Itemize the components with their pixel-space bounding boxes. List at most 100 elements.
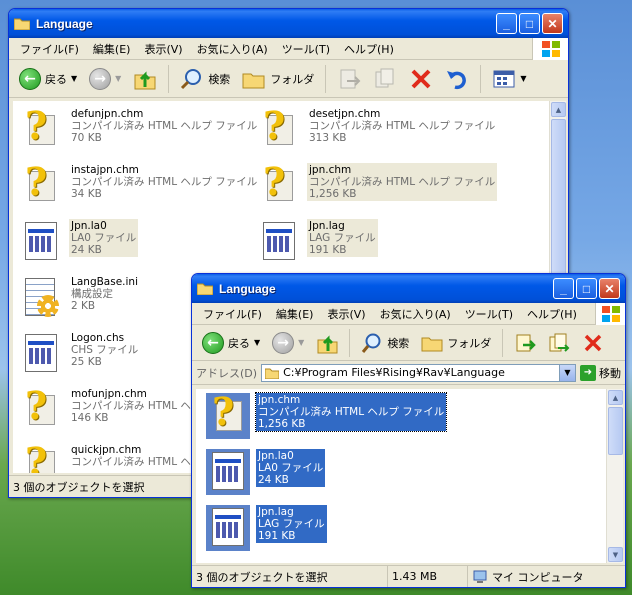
copy-to-button[interactable] [369, 65, 401, 93]
chevron-down-icon[interactable]: ▼ [71, 74, 77, 83]
file-item[interactable]: LangBase.ini 構成設定 2 KB [19, 275, 140, 321]
windows-logo-icon [595, 303, 625, 325]
status-location: マイ コンピュータ [468, 566, 625, 587]
scroll-up-button[interactable]: ▲ [608, 390, 623, 405]
up-folder-button[interactable] [129, 65, 161, 93]
minimize-button[interactable]: _ [553, 278, 574, 299]
menu-file[interactable]: ファイル(F) [196, 306, 269, 322]
scroll-down-button[interactable]: ▼ [608, 547, 623, 562]
toolbar-separator [480, 64, 482, 93]
scroll-thumb[interactable] [551, 119, 566, 279]
undo-button[interactable] [441, 65, 473, 93]
forward-button[interactable]: → ▼ [85, 66, 125, 92]
file-item[interactable]: ? jpn.chm コンパイル済み HTML ヘルプ ファイル 1,256 KB [257, 159, 498, 209]
back-titlebar[interactable]: Language _ □ ✕ [9, 9, 568, 38]
address-dropdown-button[interactable]: ▼ [559, 364, 575, 381]
file-item[interactable]: Jpn.la0 LA0 ファイル 24 KB [19, 219, 139, 265]
file-size: 191 KB [309, 244, 347, 256]
menu-view[interactable]: 表示(V) [320, 306, 372, 322]
status-size: 1.43 MB [388, 566, 468, 587]
copy-to-icon [375, 68, 394, 87]
back-label: 戻る [228, 336, 250, 350]
file-size: 191 KB [258, 530, 296, 542]
toolbar-separator [325, 64, 327, 93]
address-input[interactable]: C:¥Program Files¥Rising¥Rav¥Language ▼ [261, 363, 576, 382]
copy-to-icon [549, 333, 570, 352]
file-item[interactable]: Logon.chs CHS ファイル 25 KB [19, 331, 140, 377]
menu-favorites[interactable]: お気に入り(A) [190, 41, 275, 57]
forward-button[interactable]: → ▼ [268, 330, 308, 356]
front-titlebar[interactable]: Language _ □ ✕ [192, 274, 625, 303]
chevron-down-icon[interactable]: ▼ [115, 74, 121, 83]
move-to-button[interactable] [333, 65, 365, 93]
maximize-button[interactable]: □ [519, 13, 540, 34]
search-label: 検索 [387, 336, 410, 350]
file-item[interactable]: ? jpn.chm コンパイル済み HTML ヘルプ ファイル 1,256 KB [206, 389, 448, 439]
my-computer-icon [473, 570, 487, 583]
menu-favorites[interactable]: お気に入り(A) [373, 306, 458, 322]
forward-arrow-icon: → [89, 67, 112, 90]
file-item[interactable]: Jpn.la0 LA0 ファイル 24 KB [206, 449, 326, 495]
search-button[interactable]: 検索 [357, 330, 413, 356]
back-button[interactable]: ← 戻る ▼ [15, 66, 81, 92]
file-item[interactable]: Jpn.lag LAG ファイル 191 KB [206, 505, 327, 551]
file-name: LangBase.ini [71, 276, 138, 288]
delete-button[interactable] [405, 65, 437, 93]
generic-file-icon [19, 331, 63, 377]
views-button[interactable]: ▼ [488, 66, 530, 92]
folders-button[interactable]: フォルダ [238, 66, 318, 92]
menu-edit[interactable]: 編集(E) [269, 306, 321, 322]
folders-button[interactable]: フォルダ [417, 331, 495, 355]
file-item[interactable]: ? instajpn.chm コンパイル済み HTML ヘルプ ファイル 34 KB [19, 159, 259, 209]
chevron-down-icon[interactable]: ▼ [254, 338, 260, 347]
chevron-down-icon[interactable]: ▼ [520, 74, 526, 83]
copy-to-button[interactable] [544, 330, 574, 356]
chevron-down-icon[interactable]: ▼ [298, 338, 304, 347]
folder-icon [13, 17, 31, 31]
menu-tools[interactable]: ツール(T) [275, 41, 337, 57]
back-button[interactable]: ← 戻る ▼ [198, 330, 264, 356]
file-size: 25 KB [71, 356, 102, 368]
delete-button[interactable] [578, 330, 608, 356]
go-button[interactable]: ➜ 移動 [580, 364, 621, 381]
search-button[interactable]: 検索 [176, 65, 234, 93]
menu-tools[interactable]: ツール(T) [458, 306, 520, 322]
file-name: instajpn.chm [71, 164, 139, 176]
file-type: LAG ファイル [258, 518, 325, 530]
vertical-scrollbar[interactable]: ▲ ▼ [606, 389, 623, 563]
file-item[interactable]: ? desetjpn.chm コンパイル済み HTML ヘルプ ファイル 313 K… [257, 103, 497, 153]
menu-edit[interactable]: 編集(E) [86, 41, 138, 57]
front-menubar: ファイル(F) 編集(E) 表示(V) お気に入り(A) ツール(T) ヘルプ(… [192, 303, 625, 325]
search-icon [181, 68, 202, 89]
file-size: 24 KB [258, 474, 289, 486]
maximize-button[interactable]: □ [576, 278, 597, 299]
file-size: 34 KB [71, 188, 102, 200]
window-title: Language [36, 16, 93, 31]
file-size: 313 KB [309, 132, 347, 144]
scroll-thumb[interactable] [608, 407, 623, 455]
menu-view[interactable]: 表示(V) [137, 41, 189, 57]
help-file-icon: ? [19, 103, 63, 153]
toolbar-separator [502, 328, 504, 357]
up-folder-button[interactable] [312, 330, 342, 356]
menu-file[interactable]: ファイル(F) [13, 41, 86, 57]
file-item[interactable]: ? defunjpn.chm コンパイル済み HTML ヘルプ ファイル 70 KB [19, 103, 259, 153]
undo-icon [447, 70, 467, 89]
up-folder-icon [134, 70, 156, 89]
folders-label: フォルダ [447, 336, 492, 350]
move-to-button[interactable] [510, 330, 540, 356]
front-file-view[interactable]: ? jpn.chm コンパイル済み HTML ヘルプ ファイル 1,256 KB J… [196, 389, 623, 563]
menu-help[interactable]: ヘルプ(H) [337, 41, 401, 57]
scroll-up-button[interactable]: ▲ [551, 102, 566, 117]
front-toolbar: ← 戻る ▼ → ▼ 検索 フォルダ [192, 325, 625, 361]
close-button[interactable]: ✕ [599, 278, 620, 299]
file-name: Jpn.lag [309, 220, 345, 232]
status-selection: 3 個のオブジェクトを選択 [192, 566, 388, 587]
close-button[interactable]: ✕ [542, 13, 563, 34]
generic-file-icon [206, 449, 250, 495]
file-size: 1,256 KB [309, 188, 357, 200]
minimize-button[interactable]: _ [496, 13, 517, 34]
menu-help[interactable]: ヘルプ(H) [520, 306, 584, 322]
file-size: 70 KB [71, 132, 102, 144]
file-item[interactable]: Jpn.lag LAG ファイル 191 KB [257, 219, 378, 265]
